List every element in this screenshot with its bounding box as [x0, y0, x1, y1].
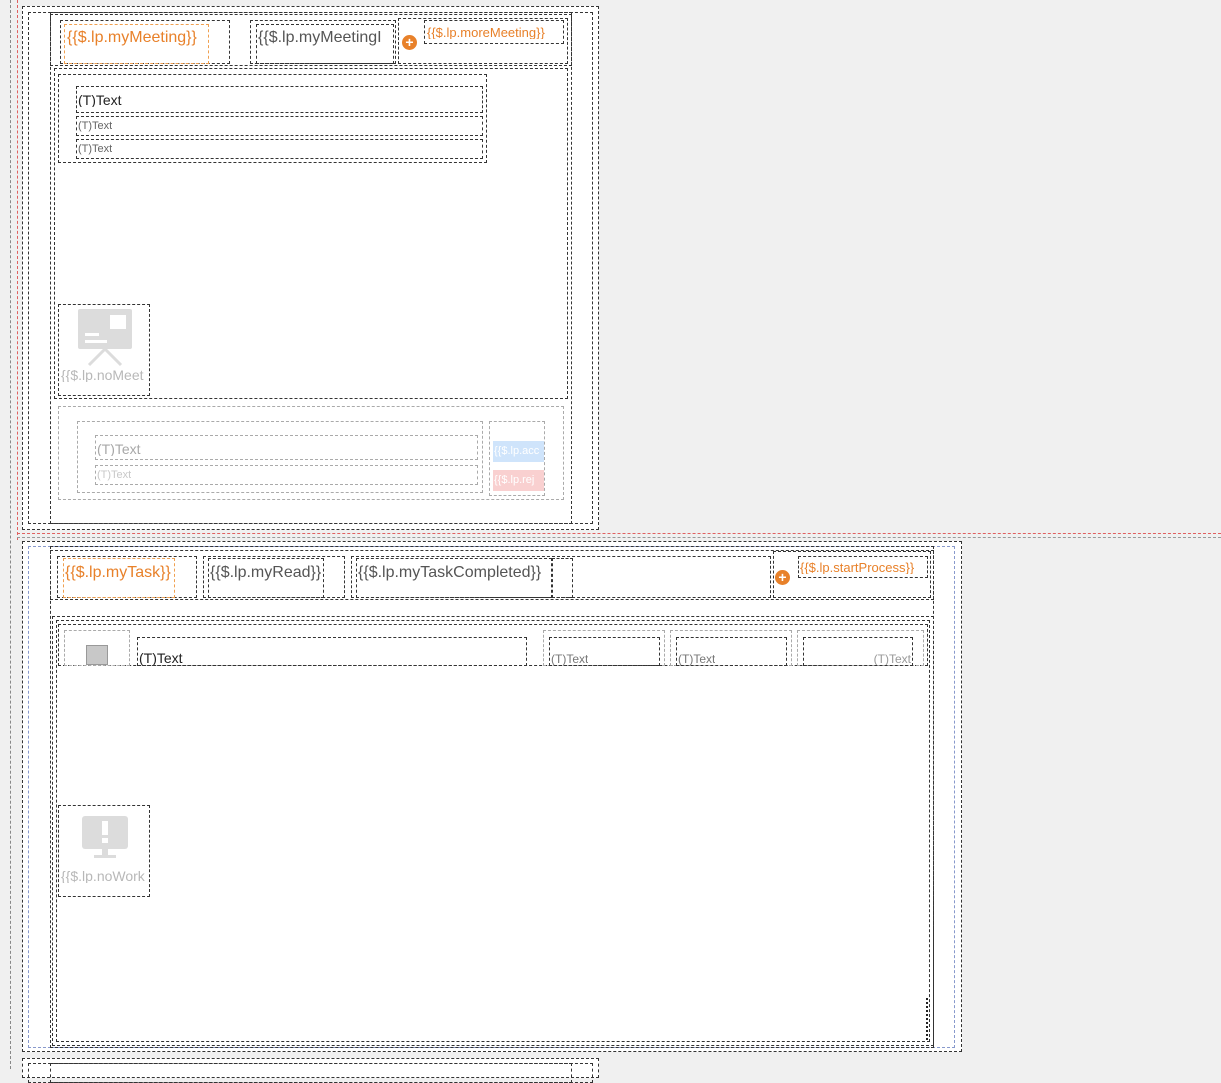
task-row-col3-text: (T)Text — [873, 653, 911, 665]
canvas-guide-red-v — [17, 0, 18, 540]
add-meeting-icon[interactable]: + — [402, 35, 417, 50]
accept-button[interactable]: {{$.lp.acc — [493, 441, 544, 462]
tab-my-meeting-label: {{$.lp.myMeeting}} — [67, 30, 197, 46]
tab-my-task[interactable]: {{$.lp.myTask}} — [63, 558, 175, 598]
tab-my-meeting-invite-label: {{$.lp.myMeetingI — [258, 30, 382, 46]
more-meeting-label: {{$.lp.moreMeeting}} — [427, 26, 545, 39]
meeting-item-line1: (T)Text — [76, 116, 483, 136]
completed-tab-spacer — [552, 558, 573, 598]
start-process-label: {{$.lp.startProcess}} — [800, 561, 915, 574]
start-process-button[interactable]: {{$.lp.startProcess}} — [798, 556, 928, 578]
tab-my-read[interactable]: {{$.lp.myRead}} — [208, 558, 324, 598]
task-list-inner — [56, 620, 930, 1042]
task-row-title: (T)Text — [139, 651, 183, 665]
reject-button[interactable]: {{$.lp.rej — [493, 470, 544, 491]
more-meeting-button[interactable]: {{$.lp.moreMeeting}} — [424, 20, 564, 44]
start-process-add-icon[interactable]: + — [775, 570, 790, 585]
canvas-guide-left — [10, 0, 11, 1069]
tab-my-task-label: {{$.lp.myTask}} — [65, 565, 171, 581]
tab-my-meeting-invite[interactable]: {{$.lp.myMeetingI — [256, 24, 394, 64]
task-row-col1-text: (T)Text — [551, 653, 589, 665]
canvas-guide-red-h — [17, 533, 1221, 534]
task-row-col2-text: (T)Text — [678, 653, 716, 665]
accept-button-label: {{$.lp.acc — [494, 446, 540, 457]
tab-my-meeting[interactable]: {{$.lp.myMeeting}} — [64, 24, 209, 64]
canvas-guide-gray-h — [17, 537, 1221, 538]
task-empty-label: {{$.lp.noWork — [61, 869, 145, 883]
task-row-title-cell: (T)Text — [137, 637, 527, 666]
task-list-scrollbar[interactable] — [926, 998, 928, 1040]
meeting-invite-subtitle-text: (T)Text — [97, 470, 132, 481]
task-row-col3: (T)Text — [803, 637, 913, 666]
tab-my-task-completed[interactable]: {{$.lp.myTaskCompleted}} — [356, 558, 552, 598]
meeting-empty-label: {{$.lp.noMeet — [61, 368, 144, 382]
meeting-item-title-text: (T)Text — [78, 93, 122, 107]
meeting-item-line2: (T)Text — [76, 139, 483, 159]
presentation-board-icon — [78, 309, 132, 367]
meeting-invite-title-text: (T)Text — [97, 442, 141, 456]
meeting-item-title: (T)Text — [76, 86, 483, 113]
meeting-item-line2-text: (T)Text — [78, 144, 113, 155]
task-row-col1: (T)Text — [549, 637, 660, 666]
monitor-alert-icon — [82, 816, 128, 858]
meeting-item-line1-text: (T)Text — [78, 121, 113, 132]
meeting-invite-title: (T)Text — [95, 435, 478, 460]
meeting-invite-subtitle: (T)Text — [95, 465, 478, 485]
meeting-empty-state: {{$.lp.noMeet — [58, 304, 150, 396]
task-empty-state: {{$.lp.noWork — [58, 805, 150, 897]
task-row-icon — [86, 645, 108, 665]
tab-my-task-completed-label: {{$.lp.myTaskCompleted}} — [358, 565, 542, 581]
reject-button-label: {{$.lp.rej — [494, 475, 535, 486]
next-widget-column — [50, 1063, 572, 1083]
tab-my-read-label: {{$.lp.myRead}} — [210, 565, 322, 581]
task-row-col2: (T)Text — [676, 637, 787, 666]
